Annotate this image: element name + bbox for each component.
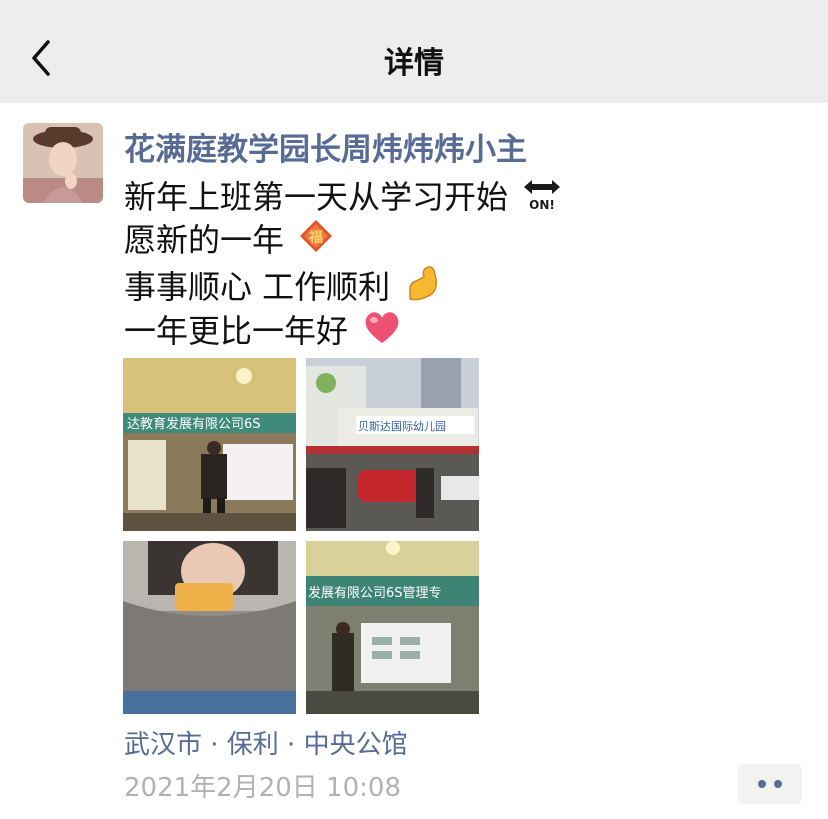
dot-icon: [758, 780, 766, 788]
heart-icon: [362, 308, 402, 358]
sign-text: 贝斯达国际幼儿园: [358, 420, 446, 433]
more-actions-button[interactable]: [738, 764, 802, 804]
photo-grid: 达教育发展有限公司6S 贝斯达国际幼儿园 发展有限公司6S管理专: [123, 358, 479, 714]
post-text: 新年上班第一天从学习开始 ON! 愿新的一年 福 事事顺心 工作顺利 一年更比一…: [124, 173, 562, 353]
fu-label: 福: [308, 229, 323, 246]
avatar[interactable]: [23, 123, 103, 203]
avatar-image: [23, 123, 103, 203]
photo-kindergarten-gate[interactable]: 贝斯达国际幼儿园: [306, 358, 479, 531]
post-line: 新年上班第一天从学习开始 ON!: [124, 173, 562, 218]
banner-text: 达教育发展有限公司6S: [127, 416, 261, 432]
photo-classroom-presentation[interactable]: 发展有限公司6S管理专: [306, 541, 479, 714]
page-title: 详情: [384, 46, 444, 81]
post-line: 愿新的一年 福: [124, 218, 562, 263]
post-line: 事事顺心 工作顺利: [124, 263, 562, 308]
navbar: 详情: [0, 0, 828, 103]
banner-text: 发展有限公司6S管理专: [308, 585, 442, 601]
on-label: ON!: [529, 198, 555, 212]
photo-classroom-speaker[interactable]: 达教育发展有限公司6S: [123, 358, 296, 531]
post-line: 一年更比一年好: [124, 308, 562, 353]
location-link[interactable]: 武汉市 · 保利 · 中央公馆: [124, 724, 408, 761]
author-name[interactable]: 花满庭教学园长周炜炜炜小主: [124, 124, 527, 169]
flexed-biceps-icon: [404, 263, 442, 315]
on-arrow-icon: ON!: [522, 173, 562, 225]
photo-car-selfie-mirror[interactable]: [123, 541, 296, 714]
post-line-text: 新年上班第一天从学习开始: [124, 178, 509, 216]
fu-diamond-icon: 福: [298, 218, 334, 266]
post-line-text: 一年更比一年好: [124, 312, 349, 350]
post-line-text: 愿新的一年: [124, 221, 285, 259]
post-line-text: 事事顺心 工作顺利: [124, 268, 401, 306]
post-timestamp: 2021年2月20日 10:08: [124, 773, 401, 803]
dot-icon: [774, 780, 782, 788]
